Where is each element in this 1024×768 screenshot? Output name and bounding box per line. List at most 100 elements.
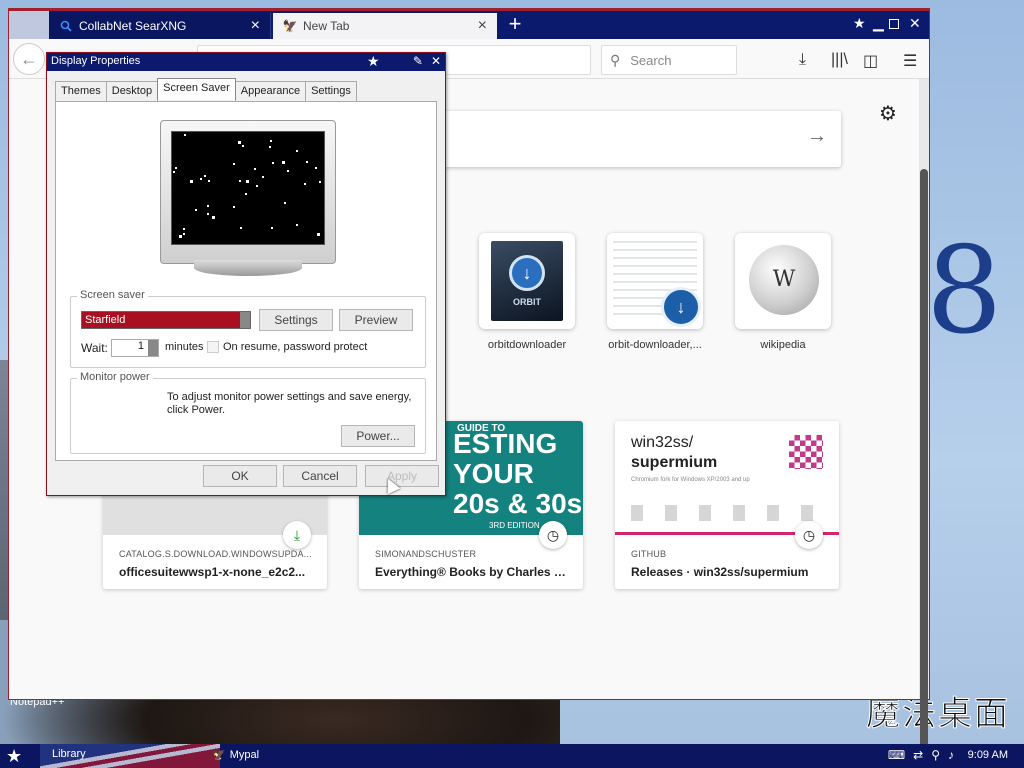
star-dot <box>245 193 247 195</box>
close-window-button[interactable]: ✕ <box>909 15 921 32</box>
preview-button[interactable]: Preview <box>339 309 413 331</box>
download-arrow-icon: ↓ <box>661 287 701 327</box>
topsite-tile[interactable]: W wikipedia <box>735 233 831 351</box>
highlight-image: win32ss/ supermium Chromium fork for Win… <box>615 421 839 535</box>
search-icon[interactable]: ⚲ <box>931 748 940 762</box>
star-dot <box>212 216 215 219</box>
star-dot <box>240 227 242 229</box>
star-dot <box>207 205 209 207</box>
star-dot <box>284 202 286 204</box>
volume-icon[interactable]: ♪ <box>948 748 954 762</box>
taskbar-item-label: Mypal <box>229 749 260 761</box>
pin-icon[interactable]: ✎ <box>413 54 423 68</box>
highlight-source: GITHUB <box>631 549 667 559</box>
monitor-body <box>160 120 336 264</box>
power-button[interactable]: Power... <box>341 425 415 447</box>
close-icon[interactable]: × <box>478 17 487 35</box>
topsite-tile[interactable]: ↓ ORBIT orbitdownloader <box>479 233 575 351</box>
topsite-thumbnail: ↓ ORBIT <box>479 233 575 329</box>
back-button[interactable]: ← <box>13 43 45 75</box>
clock-icon: ◷ <box>539 521 567 549</box>
taskbar-item-mypal[interactable]: 🦅 Mypal <box>212 748 259 761</box>
tab-themes[interactable]: Themes <box>55 81 107 101</box>
library-icon[interactable]: |||\ <box>831 51 848 69</box>
star-dot <box>179 235 182 238</box>
tab-desktop[interactable]: Desktop <box>105 81 159 101</box>
screen-saver-group: Screen saver Starfield Settings Preview … <box>70 289 426 368</box>
cancel-button[interactable]: Cancel <box>283 465 357 487</box>
wait-value: 1 <box>137 340 144 352</box>
dialog-titlebar[interactable]: Display Properties ★ ✎ ✕ <box>47 53 445 71</box>
tab-strip: CollabNet SearXNG × 🦅 New Tab × + ★ ▁ ✕ <box>9 11 929 39</box>
tab-searxng[interactable]: CollabNet SearXNG × <box>49 13 271 39</box>
mypal-icon: 🦅 <box>212 749 226 761</box>
monitor-stand <box>194 260 302 276</box>
tab-screen-saver[interactable]: Screen Saver <box>157 78 236 100</box>
star-icon: ★ <box>853 15 866 31</box>
orbit-box-image: ↓ ORBIT <box>491 241 563 321</box>
ok-button[interactable]: OK <box>203 465 277 487</box>
close-icon[interactable]: × <box>251 17 260 35</box>
search-bar[interactable]: ⚲ Search <box>601 45 737 75</box>
start-button[interactable]: ★ <box>6 746 22 767</box>
settings-button[interactable]: Settings <box>259 309 333 331</box>
scrollbar-thumb[interactable] <box>920 169 928 749</box>
chevron-down-icon[interactable] <box>240 312 250 328</box>
display-properties-dialog: Display Properties ★ ✎ ✕ Themes Desktop … <box>46 52 446 496</box>
screen-saver-select[interactable]: Starfield <box>81 311 251 329</box>
tab-appearance[interactable]: Appearance <box>234 81 307 101</box>
password-protect-label[interactable]: On resume, password protect <box>223 341 367 353</box>
group-label: Screen saver <box>77 289 148 301</box>
star-dot <box>246 180 249 183</box>
download-icon[interactable]: ⤓ <box>799 51 806 69</box>
tab-new-tab[interactable]: 🦅 New Tab × <box>273 13 497 39</box>
star-dot <box>242 145 244 147</box>
taskbar-item-library[interactable]: Library <box>52 748 86 760</box>
book-line: ESTING <box>453 428 558 459</box>
clock[interactable]: 9:09 AM <box>968 749 1008 761</box>
star-dot <box>315 167 317 169</box>
star-dot <box>272 162 274 164</box>
star-dot <box>204 175 206 177</box>
tab-title: New Tab <box>303 19 350 33</box>
clock-icon: ◷ <box>795 521 823 549</box>
minimize-button[interactable]: ▁ <box>873 15 884 32</box>
topsite-tile[interactable]: ↓ orbit-downloader,... <box>607 233 703 351</box>
star-dot <box>270 140 272 142</box>
tab-settings[interactable]: Settings <box>305 81 357 101</box>
star-dot <box>296 224 298 226</box>
search-icon: ⚲ <box>610 51 621 68</box>
close-icon[interactable]: ✕ <box>431 54 441 68</box>
new-tab-button[interactable]: + <box>505 11 525 39</box>
hamburger-menu-icon[interactable]: ☰ <box>903 51 917 71</box>
star-dot <box>282 161 285 164</box>
highlight-title: officesuitewwsp1-x-none_e2c2... <box>119 565 306 579</box>
keyboard-icon[interactable]: ⌨ <box>888 748 905 762</box>
stepper-arrows-icon[interactable] <box>148 340 158 356</box>
github-card-stats <box>631 505 821 521</box>
highlight-card[interactable]: win32ss/ supermium Chromium fork for Win… <box>615 421 839 589</box>
book-cover-text: ESTING YOUR 20s & 30s <box>453 429 582 519</box>
group-label: Monitor power <box>77 371 153 383</box>
orbit-box-text: ORBIT <box>513 297 541 307</box>
password-protect-checkbox[interactable] <box>207 341 219 353</box>
mypal-icon: 🦅 <box>282 19 298 33</box>
star-dot <box>239 180 241 182</box>
maximize-button[interactable] <box>889 19 899 29</box>
arrow-right-icon[interactable]: → <box>807 125 827 148</box>
network-icon[interactable]: ⇄ <box>913 748 923 762</box>
download-icon: ⤓ <box>283 521 311 549</box>
star-dot <box>175 167 177 169</box>
wikipedia-globe-icon: W <box>749 245 819 315</box>
scrollbar[interactable] <box>919 79 929 749</box>
wait-stepper[interactable]: 1 <box>111 339 159 357</box>
download-arrow-icon: ↓ <box>509 255 545 291</box>
taskbar: ★ Library 🦅 Mypal ⌨ ⇄ ⚲ ♪ 9:09 AM <box>0 744 1024 768</box>
apply-button[interactable]: Apply <box>365 465 439 487</box>
gear-icon[interactable]: ⚙ <box>879 101 897 126</box>
star-dot <box>233 163 235 165</box>
screen-saver-panel: Screen saver Starfield Settings Preview … <box>55 101 437 461</box>
sidebar-icon[interactable]: ◫ <box>863 51 878 71</box>
tab-title: CollabNet SearXNG <box>79 19 187 33</box>
monitor-power-group: Monitor power To adjust monitor power se… <box>70 371 426 454</box>
